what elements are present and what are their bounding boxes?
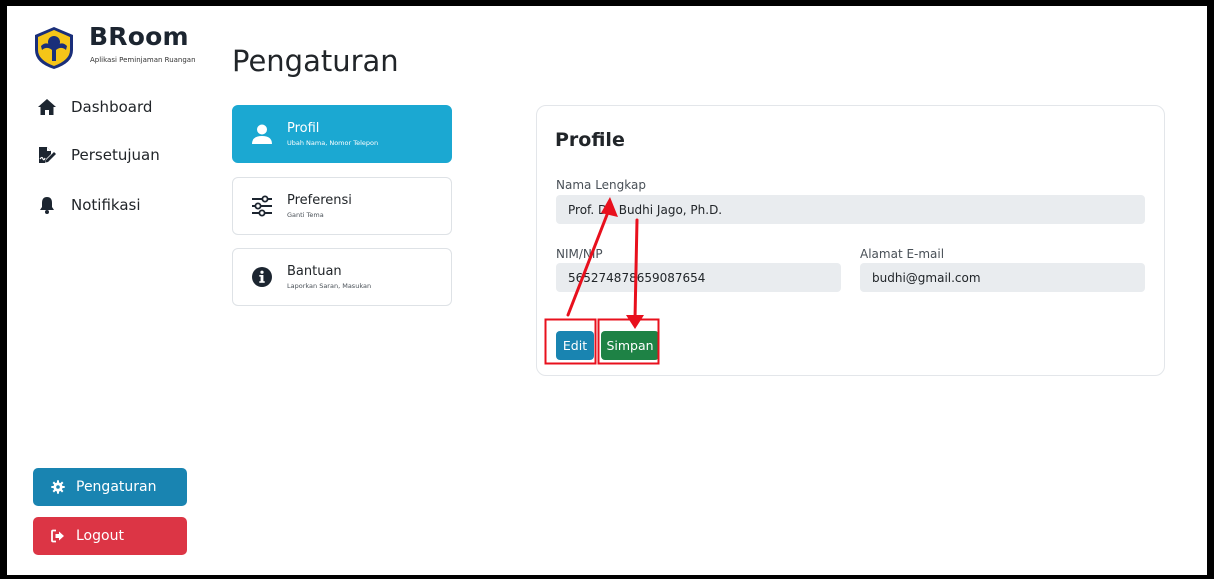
settings-button[interactable]: Pengaturan (33, 468, 187, 506)
menu-subtitle: Laporkan Saran, Masukan (287, 282, 372, 290)
logout-icon (51, 529, 64, 543)
settings-button-label: Pengaturan (76, 479, 157, 495)
sidebar-item-label: Dashboard (71, 98, 153, 116)
sidebar-item-dashboard[interactable]: Dashboard (37, 92, 152, 122)
settings-menu-preferensi[interactable]: Preferensi Ganti Tema (232, 177, 452, 235)
logout-button[interactable]: Logout (33, 517, 187, 555)
settings-menu-profil[interactable]: Profil Ubah Nama, Nomor Telepon (232, 105, 452, 163)
logout-button-label: Logout (76, 528, 124, 544)
name-field[interactable] (556, 195, 1145, 224)
sliders-icon (252, 195, 272, 217)
menu-title: Preferensi (287, 193, 352, 208)
page-title: Pengaturan (232, 44, 399, 78)
name-label: Nama Lengkap (556, 178, 646, 192)
menu-title: Profil (287, 121, 320, 136)
brand-logo (35, 27, 73, 69)
nim-field[interactable] (556, 263, 841, 292)
menu-subtitle: Ubah Nama, Nomor Telepon (287, 139, 379, 147)
menu-title: Bantuan (287, 264, 342, 279)
info-icon (252, 267, 272, 287)
home-icon (38, 99, 56, 115)
signature-icon (39, 147, 56, 163)
brand-subtitle: Aplikasi Peminjaman Ruangan (90, 56, 196, 64)
save-button[interactable]: Simpan (601, 331, 659, 360)
user-icon (252, 124, 272, 144)
email-field[interactable] (860, 263, 1145, 292)
app-window: BRoom Aplikasi Peminjaman Ruangan Dashbo… (7, 6, 1207, 575)
gear-icon (51, 480, 65, 494)
sidebar-item-label: Notifikasi (71, 196, 141, 214)
profile-title: Profile (555, 129, 625, 151)
sidebar-item-label: Persetujuan (71, 146, 160, 164)
edit-button[interactable]: Edit (556, 331, 594, 360)
brand-title: BRoom (89, 22, 189, 51)
email-label: Alamat E-mail (860, 247, 945, 261)
bell-icon (40, 197, 54, 214)
sidebar-item-notifikasi[interactable]: Notifikasi (37, 190, 141, 220)
settings-menu-bantuan[interactable]: Bantuan Laporkan Saran, Masukan (232, 248, 452, 306)
menu-subtitle: Ganti Tema (287, 211, 324, 219)
nim-label: NIM/NIP (556, 247, 603, 261)
sidebar-item-persetujuan[interactable]: Persetujuan (37, 140, 160, 170)
